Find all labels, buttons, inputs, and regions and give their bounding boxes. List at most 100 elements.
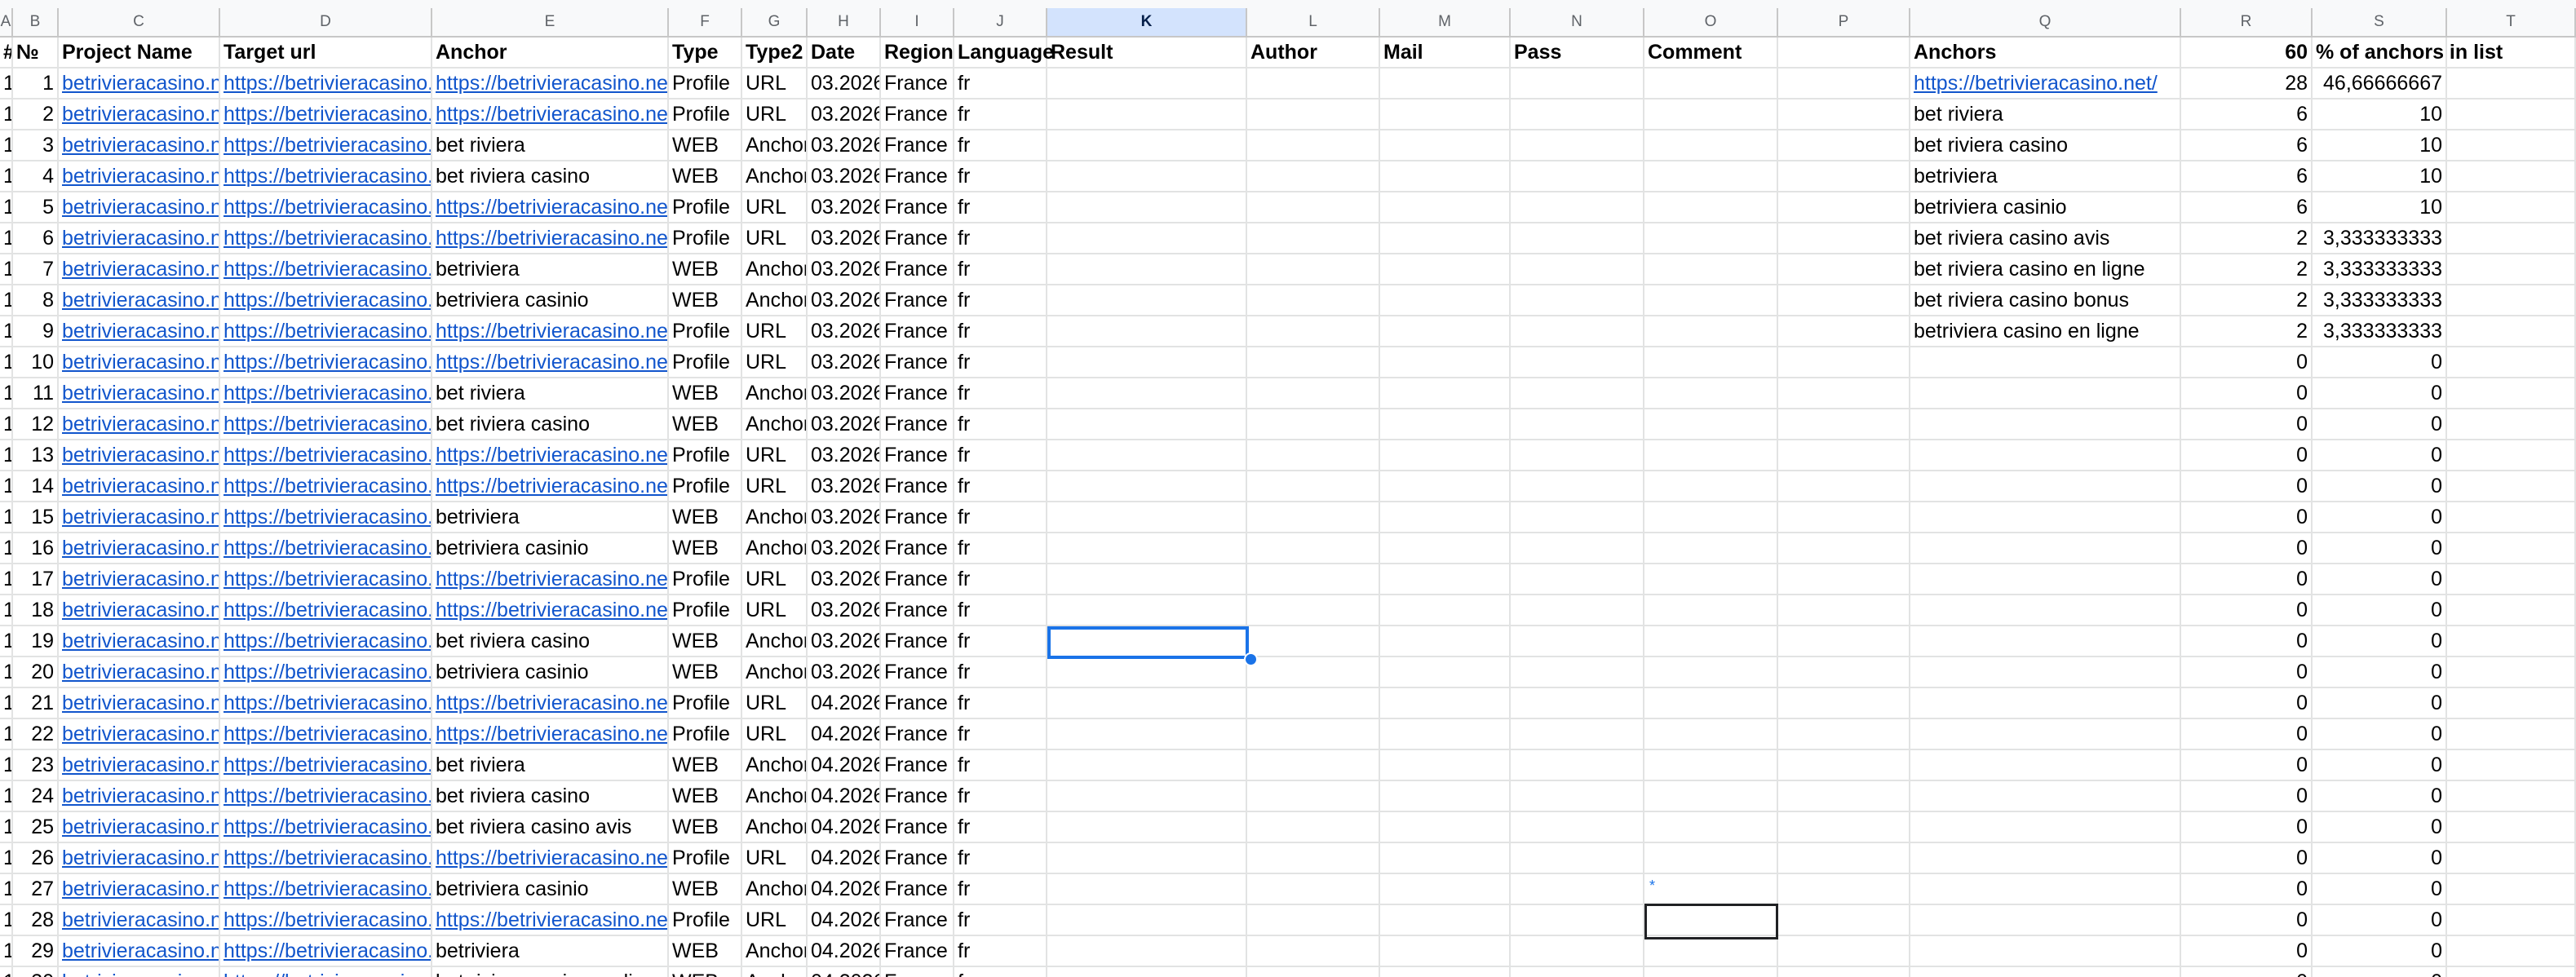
language-cell[interactable]: fr xyxy=(954,936,1047,967)
empty-cell[interactable] xyxy=(1047,440,1247,471)
target-url-cell[interactable]: https://betrivieracasino.net/ xyxy=(220,347,432,378)
empty-cell[interactable] xyxy=(1247,347,1380,378)
row-number-cell[interactable]: 18 xyxy=(13,595,59,626)
active-cell-selection[interactable] xyxy=(1047,626,1249,659)
date-cell[interactable]: 04.2026 xyxy=(808,843,881,874)
empty-cell[interactable] xyxy=(1047,967,1247,977)
empty-cell[interactable] xyxy=(1644,688,1778,719)
summary-percent-cell[interactable]: 0 xyxy=(2313,564,2447,595)
type2-cell[interactable]: Anchor xyxy=(742,750,808,781)
region-cell[interactable]: France xyxy=(881,719,954,750)
type-cell[interactable]: WEB xyxy=(669,812,742,843)
empty-cell[interactable] xyxy=(1644,161,1778,192)
row-index-cell[interactable]: 1 xyxy=(0,254,13,285)
date-cell[interactable]: 03.2026 xyxy=(808,347,881,378)
empty-cell[interactable] xyxy=(1511,347,1644,378)
empty-cell[interactable] xyxy=(1247,130,1380,161)
empty-cell[interactable] xyxy=(1380,99,1511,130)
empty-cell[interactable] xyxy=(1047,99,1247,130)
header-cell-c[interactable]: Project Name xyxy=(59,38,220,69)
empty-cell[interactable] xyxy=(1778,905,1910,936)
empty-cell[interactable] xyxy=(2447,223,2576,254)
type-cell[interactable]: WEB xyxy=(669,874,742,905)
language-cell[interactable]: fr xyxy=(954,533,1047,564)
type2-cell[interactable]: URL xyxy=(742,347,808,378)
type2-cell[interactable]: URL xyxy=(742,719,808,750)
empty-cell[interactable] xyxy=(1644,595,1778,626)
empty-cell[interactable] xyxy=(1511,843,1644,874)
empty-cell[interactable] xyxy=(1380,316,1511,347)
empty-cell[interactable] xyxy=(1247,595,1380,626)
selected-comment-cell[interactable] xyxy=(1644,904,1778,939)
empty-cell[interactable] xyxy=(2447,409,2576,440)
empty-cell[interactable] xyxy=(1644,69,1778,99)
anchor-cell[interactable]: https://betrivieracasino.net/ xyxy=(432,223,669,254)
anchor-cell[interactable]: https://betrivieracasino.net/ xyxy=(432,688,669,719)
empty-cell[interactable] xyxy=(1511,99,1644,130)
row-index-cell[interactable]: 1 xyxy=(0,874,13,905)
summary-percent-cell[interactable]: 10 xyxy=(2313,192,2447,223)
empty-cell[interactable] xyxy=(1247,564,1380,595)
anchor-cell[interactable]: https://betrivieracasino.net/ xyxy=(432,843,669,874)
summary-anchor-cell[interactable] xyxy=(1910,471,2181,502)
empty-cell[interactable] xyxy=(1247,378,1380,409)
type2-cell[interactable]: Anchor xyxy=(742,936,808,967)
row-number-cell[interactable]: 9 xyxy=(13,316,59,347)
date-cell[interactable]: 04.2026 xyxy=(808,936,881,967)
type-cell[interactable]: Profile xyxy=(669,843,742,874)
summary-count-cell[interactable]: 28 xyxy=(2181,69,2313,99)
header-cell-h[interactable]: Date xyxy=(808,38,881,69)
date-cell[interactable]: 04.2026 xyxy=(808,781,881,812)
row-number-cell[interactable]: 12 xyxy=(13,409,59,440)
summary-percent-cell[interactable]: 0 xyxy=(2313,874,2447,905)
summary-count-cell[interactable]: 0 xyxy=(2181,750,2313,781)
empty-cell[interactable] xyxy=(1380,285,1511,316)
empty-cell[interactable] xyxy=(1644,440,1778,471)
empty-cell[interactable] xyxy=(1047,595,1247,626)
empty-cell[interactable] xyxy=(1247,502,1380,533)
date-cell[interactable]: 03.2026 xyxy=(808,285,881,316)
empty-cell[interactable] xyxy=(1778,99,1910,130)
empty-cell[interactable] xyxy=(1247,750,1380,781)
row-number-cell[interactable]: 19 xyxy=(13,626,59,657)
row-index-cell[interactable]: 1 xyxy=(0,781,13,812)
empty-cell[interactable] xyxy=(1778,316,1910,347)
target-url-cell[interactable]: https://betrivieracasino.net/ xyxy=(220,440,432,471)
type2-cell[interactable]: Anchor xyxy=(742,967,808,977)
empty-cell[interactable] xyxy=(2447,533,2576,564)
empty-cell[interactable] xyxy=(2447,936,2576,967)
header-cell-i[interactable]: Region xyxy=(881,38,954,69)
empty-cell[interactable] xyxy=(1778,254,1910,285)
summary-anchor-cell[interactable]: betriviera casinio xyxy=(1910,192,2181,223)
summary-count-cell[interactable]: 0 xyxy=(2181,440,2313,471)
summary-anchor-cell[interactable] xyxy=(1910,595,2181,626)
empty-cell[interactable] xyxy=(1644,967,1778,977)
anchor-cell[interactable]: https://betrivieracasino.net/ xyxy=(432,192,669,223)
row-number-cell[interactable]: 7 xyxy=(13,254,59,285)
empty-cell[interactable] xyxy=(2447,905,2576,936)
empty-cell[interactable] xyxy=(1380,347,1511,378)
region-cell[interactable]: France xyxy=(881,657,954,688)
target-url-cell[interactable]: https://betrivieracasino.net/ xyxy=(220,316,432,347)
row-number-cell[interactable]: 23 xyxy=(13,750,59,781)
header-cell-r[interactable]: 60 xyxy=(2181,38,2313,69)
empty-cell[interactable] xyxy=(1644,936,1778,967)
target-url-cell[interactable]: https://betrivieracasino.net/ xyxy=(220,936,432,967)
empty-cell[interactable] xyxy=(2447,719,2576,750)
target-url-cell[interactable]: https://betrivieracasino.net/ xyxy=(220,471,432,502)
empty-cell[interactable] xyxy=(1778,161,1910,192)
target-url-cell[interactable]: https://betrivieracasino.net/ xyxy=(220,285,432,316)
project-name-cell[interactable]: betrivieracasino.net xyxy=(59,781,220,812)
project-name-cell[interactable]: betrivieracasino.net xyxy=(59,905,220,936)
header-cell-k[interactable]: Result xyxy=(1047,38,1247,69)
header-cell-a[interactable]: # xyxy=(0,38,13,69)
empty-cell[interactable] xyxy=(2447,254,2576,285)
target-url-cell[interactable]: https://betrivieracasino.net/ xyxy=(220,843,432,874)
row-index-cell[interactable]: 1 xyxy=(0,688,13,719)
language-cell[interactable]: fr xyxy=(954,967,1047,977)
row-number-cell[interactable]: 22 xyxy=(13,719,59,750)
empty-cell[interactable] xyxy=(1778,409,1910,440)
summary-anchor-cell[interactable]: bet riviera casino bonus xyxy=(1910,285,2181,316)
date-cell[interactable]: 03.2026 xyxy=(808,99,881,130)
empty-cell[interactable] xyxy=(1247,99,1380,130)
